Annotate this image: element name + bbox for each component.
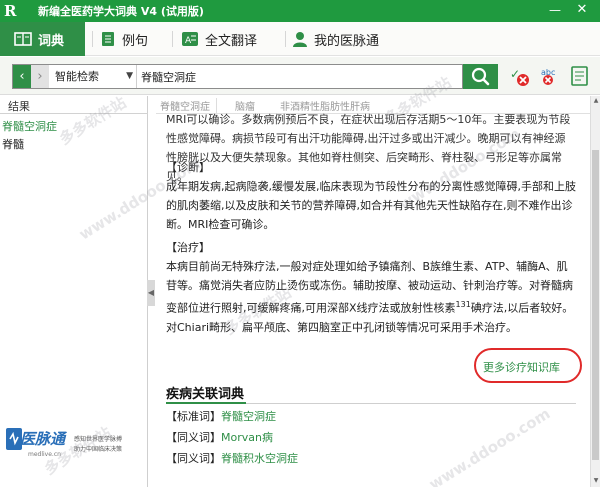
isotope-superscript: 131 xyxy=(455,300,471,309)
minimize-button[interactable]: — xyxy=(547,2,563,18)
tab-my-medlive[interactable]: 我的医脉通 xyxy=(292,22,392,56)
more-knowledge-link[interactable]: 更多诊疗知识库 xyxy=(483,359,560,375)
nav-divider xyxy=(172,31,173,47)
forward-button[interactable]: › xyxy=(31,65,49,88)
tab-translate[interactable]: A 全文翻译 xyxy=(181,22,281,56)
tab-dictionary-label: 词典 xyxy=(38,33,65,49)
related-term: 【标准词】脊髓空洞症 xyxy=(166,408,276,424)
scroll-down-icon[interactable]: ▼ xyxy=(591,476,600,486)
section-heading-treatment: 【治疗】 xyxy=(166,241,210,254)
close-button[interactable]: ✕ xyxy=(574,2,590,18)
search-button[interactable] xyxy=(463,64,498,89)
nav-divider xyxy=(285,31,286,47)
related-term: 【同义词】脊髓积水空洞症 xyxy=(166,450,298,466)
tab-examples[interactable]: 例句 xyxy=(100,22,165,56)
chevron-down-icon: ▼ xyxy=(126,71,133,81)
svg-text:A: A xyxy=(185,36,192,46)
notes-icon[interactable] xyxy=(569,65,591,87)
article-paragraph: 本病目前尚无特殊疗法,一般对症处理如给予镇痛剂、B族维生素、ATP、辅酶A、肌苷… xyxy=(166,257,576,337)
book-icon xyxy=(14,32,32,46)
magnifier-icon xyxy=(471,67,490,86)
search-input[interactable] xyxy=(141,66,459,87)
vertical-scrollbar[interactable]: ▲ ▼ xyxy=(590,96,600,487)
heading-accent xyxy=(166,402,246,404)
brand-domain: medlive.cn xyxy=(28,451,61,458)
notebook-icon xyxy=(102,32,114,46)
search-mode-value: 智能检索 xyxy=(55,70,99,83)
related-term-type: 【同义词】 xyxy=(166,452,221,465)
search-toolbar: ‹ › 智能检索 ▼ ✓ abc xyxy=(0,57,600,95)
tab-examples-label: 例句 xyxy=(122,33,149,49)
related-term-link[interactable]: Morvan病 xyxy=(221,431,273,444)
translate-icon: A xyxy=(182,32,198,46)
brand-slogan: 感知世界医学脉搏 xyxy=(74,436,123,443)
scroll-thumb[interactable] xyxy=(592,150,599,460)
spellcheck-abc-icon[interactable]: abc xyxy=(539,65,561,87)
nav-divider xyxy=(92,31,93,47)
related-term-type: 【标准词】 xyxy=(166,410,221,423)
tab-dictionary[interactable]: 词典 xyxy=(0,22,85,56)
divider xyxy=(0,113,148,114)
window-title: 新编全医药学大词典 V4 (试用版) xyxy=(38,5,204,18)
article-paragraph: 成年期发病,起病隐袭,缓慢发展,临床表现为节段性分布的分离性感觉障碍,手部和上肢… xyxy=(166,180,576,231)
medlive-brand-logo[interactable]: 医脉通 medlive.cn 感知世界医学脉搏 助力中国临床决策 xyxy=(6,426,144,466)
tab-my-medlive-label: 我的医脉通 xyxy=(314,33,380,49)
search-box: ‹ › 智能检索 ▼ xyxy=(12,64,463,89)
related-terms-heading: 疾病关联词典 xyxy=(166,387,245,402)
results-panel: 结果 脊髓空洞症 脊髓 医脉通 medlive.cn 感知世界医学脉搏 助力中国… xyxy=(0,96,148,487)
related-term: 【同义词】Morvan病 xyxy=(166,429,273,445)
brand-slogan: 助力中国临床决策 xyxy=(74,446,123,453)
result-item[interactable]: 脊髓 xyxy=(2,136,24,152)
results-header: 结果 xyxy=(8,100,30,113)
brand-logo-text: 医脉通 xyxy=(20,430,66,448)
result-item[interactable]: 脊髓空洞症 xyxy=(2,118,57,134)
related-term-link[interactable]: 脊髓空洞症 xyxy=(221,410,276,423)
related-term-type: 【同义词】 xyxy=(166,431,221,444)
user-icon xyxy=(293,32,307,47)
back-button[interactable]: ‹ xyxy=(13,65,31,88)
panel-collapse-handle[interactable]: ◀ xyxy=(147,280,155,306)
app-logo: R xyxy=(4,2,17,20)
cancel-check-icon[interactable]: ✓ xyxy=(509,65,531,87)
main-nav: 词典 例句 A 全文翻译 我的医脉通 xyxy=(0,22,600,56)
related-term-link[interactable]: 脊髓积水空洞症 xyxy=(221,452,298,465)
search-mode-select[interactable]: 智能检索 ▼ xyxy=(53,65,137,88)
scroll-up-icon[interactable]: ▲ xyxy=(591,96,600,106)
tab-translate-label: 全文翻译 xyxy=(205,33,258,49)
title-bar: R 新编全医药学大词典 V4 (试用版) — ✕ xyxy=(0,0,600,22)
article-pane: 脊髓空洞症 脑瘤 非酒精性脂肪性肝病 MRI可以确诊。多数病例预后不良，在症状出… xyxy=(156,96,590,487)
section-heading-diagnosis: 【诊断】 xyxy=(166,161,210,174)
